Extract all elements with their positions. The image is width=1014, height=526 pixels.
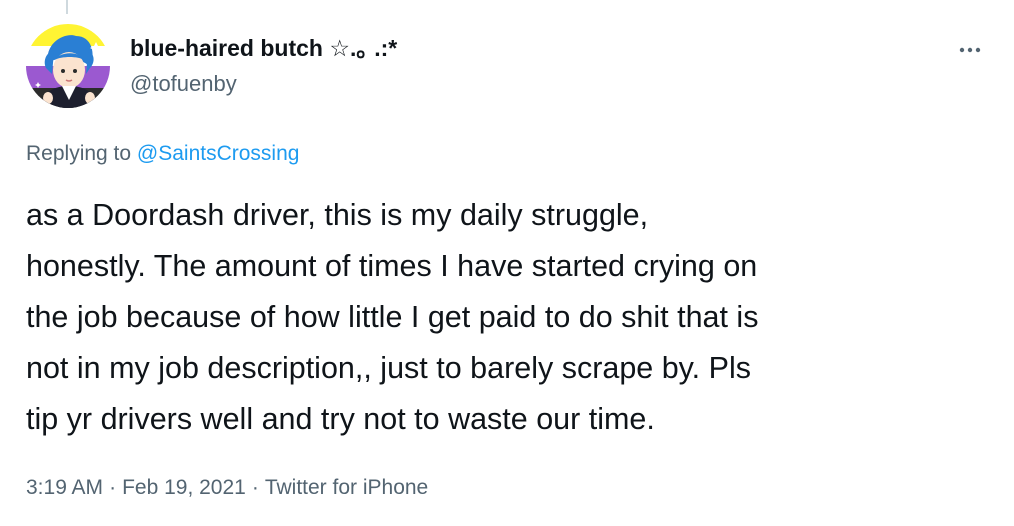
reply-mention-link[interactable]: @SaintsCrossing [137, 142, 300, 165]
tweet-metadata: 3:19 AM · Feb 19, 2021 · Twitter for iPhone [26, 474, 428, 502]
more-horizontal-icon [959, 47, 981, 53]
tweet-text-line: honestly. The amount of times I have sta… [26, 249, 758, 283]
tweet-text-line: as a Doordash driver, this is my daily s… [26, 198, 649, 232]
more-options-button[interactable] [952, 36, 988, 64]
reply-context-prefix: Replying to [26, 142, 132, 165]
tweet-source-link[interactable]: Twitter for iPhone [265, 476, 428, 499]
tweet-author[interactable]: blue-haired butch ☆.｡ .:* @tofuenby [130, 34, 397, 98]
tweet-time[interactable]: 3:19 AM [26, 476, 103, 499]
display-name[interactable]: blue-haired butch ☆.｡ .:* [130, 34, 397, 62]
thread-connector-line [66, 0, 68, 14]
tweet-text-line: not in my job description,, just to bare… [26, 351, 751, 385]
meta-separator: · [251, 476, 259, 499]
tweet-text: as a Doordash driver, this is my daily s… [26, 190, 986, 445]
reply-context: Replying to @SaintsCrossing [26, 140, 299, 168]
user-handle[interactable]: @tofuenby [130, 70, 397, 98]
tweet-date[interactable]: Feb 19, 2021 [122, 476, 246, 499]
avatar[interactable] [26, 24, 110, 108]
tweet-text-line: the job because of how little I get paid… [26, 300, 759, 334]
tweet-text-line: tip yr drivers well and try not to waste… [26, 402, 655, 436]
avatar-illustration [26, 24, 110, 108]
meta-separator: · [109, 476, 117, 499]
